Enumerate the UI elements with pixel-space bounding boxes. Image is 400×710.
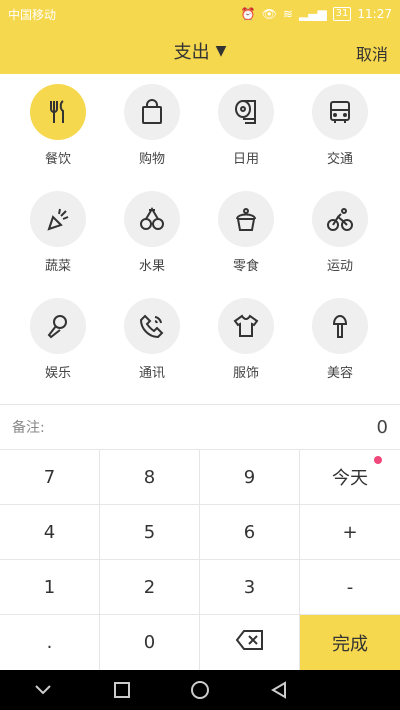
key-dot[interactable]: . (0, 615, 100, 670)
cancel-button[interactable]: 取消 (356, 41, 388, 65)
signal-icon: ▂▄▆ (298, 7, 327, 21)
category-beauty[interactable]: 美容 (290, 292, 390, 398)
key-1[interactable]: 1 (0, 560, 100, 615)
category-label: 通讯 (138, 366, 165, 381)
category-dining[interactable]: 餐饮 (8, 78, 108, 184)
cupcake-icon (218, 191, 274, 247)
toilet-paper-icon (218, 84, 274, 140)
recent-apps-icon[interactable] (107, 675, 137, 705)
type-selector[interactable]: 支出 ▼ (174, 38, 227, 64)
key-0[interactable]: 0 (100, 615, 200, 670)
category-label: 娱乐 (44, 366, 71, 381)
key-plus[interactable]: + (300, 505, 400, 560)
utensils-icon (30, 84, 86, 140)
category-sports[interactable]: 运动 (290, 185, 390, 291)
category-shopping[interactable]: 购物 (102, 78, 202, 184)
brush-icon (312, 298, 368, 354)
key-minus[interactable]: - (300, 560, 400, 615)
category-label: 交通 (326, 152, 353, 167)
memo-row[interactable]: 备注: 0 (0, 404, 400, 450)
tshirt-icon (218, 298, 274, 354)
shopping-bag-icon (124, 84, 180, 140)
key-5[interactable]: 5 (100, 505, 200, 560)
category-label: 蔬菜 (44, 259, 71, 274)
key-6[interactable]: 6 (200, 505, 300, 560)
category-snacks[interactable]: 零食 (196, 185, 296, 291)
caret-down-icon: ▼ (215, 43, 227, 59)
category-clothing[interactable]: 服饰 (196, 292, 296, 398)
done-button[interactable]: 完成 (300, 615, 400, 670)
category-label: 零食 (232, 259, 259, 274)
cherry-icon (124, 191, 180, 247)
key-8[interactable]: 8 (100, 450, 200, 505)
category-label: 运动 (326, 259, 353, 274)
key-4[interactable]: 4 (0, 505, 100, 560)
wifi-icon: ≋ (282, 7, 293, 21)
microphone-icon (30, 298, 86, 354)
status-bar: 中国移动 ⏰ 👁 ≋ ▂▄▆ 31 11:27 (0, 0, 400, 28)
category-label: 美容 (326, 366, 353, 381)
header-bar: 支出 ▼ 取消 (0, 28, 400, 74)
notification-dot (374, 456, 382, 464)
battery-icon: 31 (332, 7, 352, 21)
system-nav-bar (0, 670, 400, 710)
back-icon[interactable] (264, 675, 294, 705)
carrot-icon (30, 191, 86, 247)
category-label: 服饰 (232, 366, 259, 381)
date-label: 今天 (332, 468, 368, 489)
category-label: 水果 (138, 259, 165, 274)
phone-icon (124, 298, 180, 354)
category-label: 餐饮 (44, 152, 71, 167)
category-label: 日用 (232, 152, 259, 167)
key-9[interactable]: 9 (200, 450, 300, 505)
key-3[interactable]: 3 (200, 560, 300, 615)
chevron-down-icon[interactable] (28, 675, 58, 705)
page-title: 支出 (173, 42, 210, 63)
bus-icon (312, 84, 368, 140)
date-button[interactable]: 今天 (300, 450, 400, 505)
backspace-button[interactable] (200, 615, 300, 670)
key-7[interactable]: 7 (0, 450, 100, 505)
alarm-icon: ⏰ (240, 7, 256, 21)
category-daily[interactable]: 日用 (196, 78, 296, 184)
category-fruit[interactable]: 水果 (102, 185, 202, 291)
backspace-icon (235, 629, 265, 656)
eye-icon: 👁 (261, 7, 277, 21)
amount-display: 0 (376, 416, 388, 438)
home-icon[interactable] (185, 675, 215, 705)
memo-label: 备注: (12, 420, 45, 436)
category-transport[interactable]: 交通 (290, 78, 390, 184)
category-vegetables[interactable]: 蔬菜 (8, 185, 108, 291)
carrier-name: 中国移动 (8, 7, 57, 22)
category-grid: 餐饮 购物 日用 交通 蔬菜 水果 零食 运动 娱乐 通讯 服饰 美容 (0, 78, 400, 398)
category-label: 购物 (138, 152, 165, 167)
category-entertainment[interactable]: 娱乐 (8, 292, 108, 398)
cycling-icon (312, 191, 368, 247)
category-communication[interactable]: 通讯 (102, 292, 202, 398)
clock-time: 11:27 (357, 7, 392, 21)
number-keypad: 7 8 9 今天 4 5 6 + 1 2 3 - . 0 完成 (0, 450, 400, 670)
key-2[interactable]: 2 (100, 560, 200, 615)
